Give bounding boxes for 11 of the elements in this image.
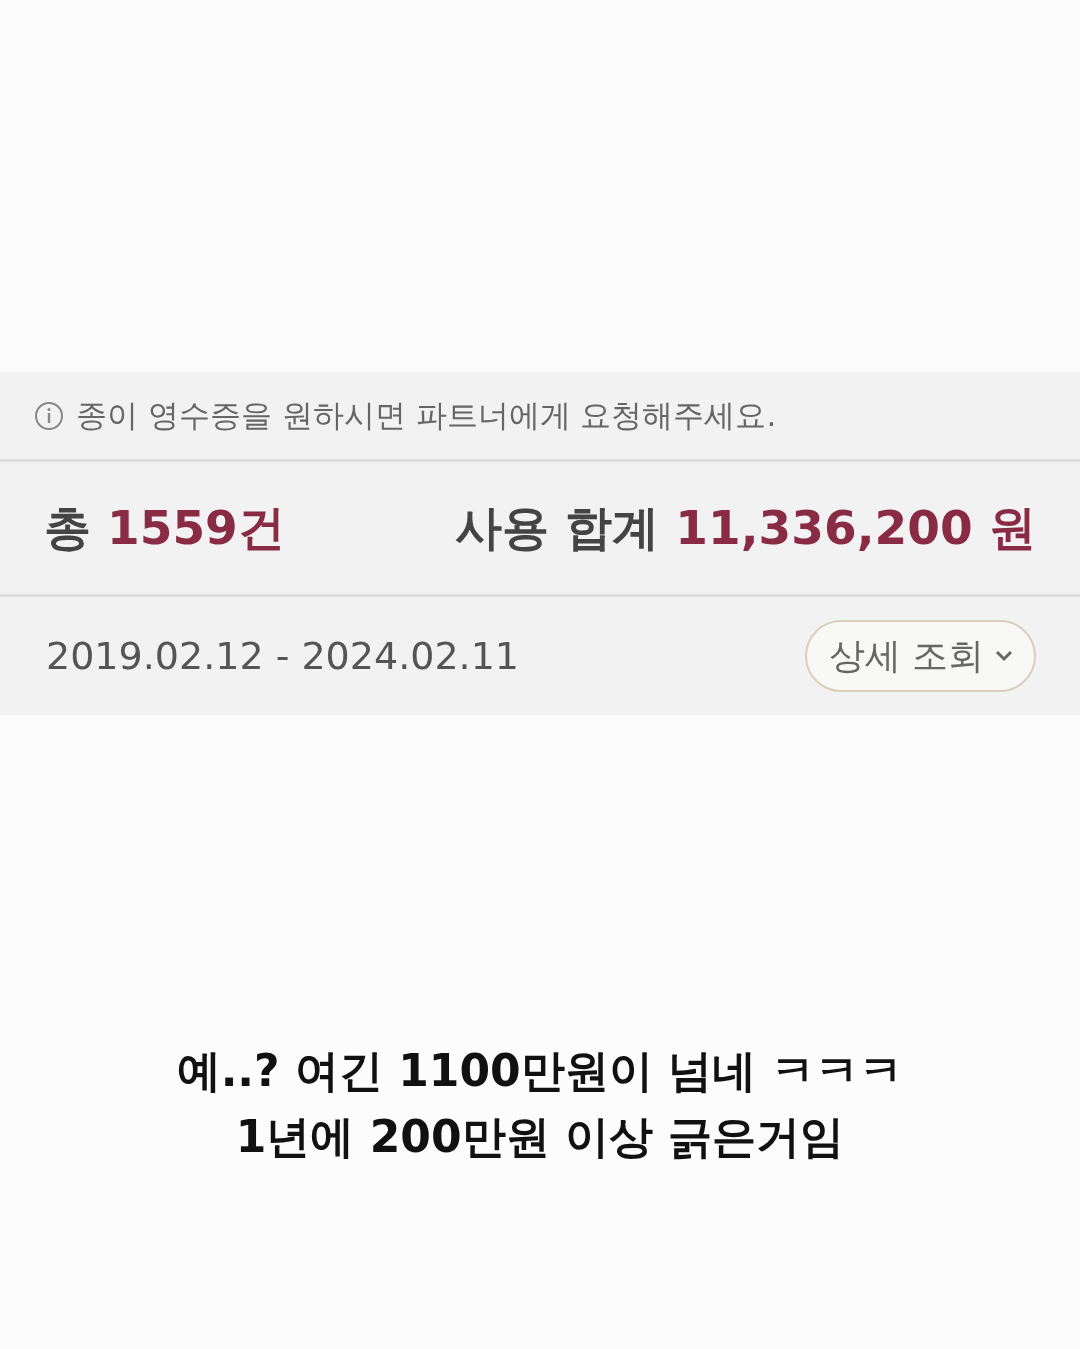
detail-button[interactable]: 상세 조회	[804, 620, 1036, 692]
caption-line: 예..? 여긴 1100만원이 넘네 ㅋㅋㅋ	[176, 1044, 904, 1098]
caption-line: 1년에 200만원 이상 긁은거임	[235, 1110, 845, 1164]
notice-text: 종이 영수증을 원하시면 파트너에게 요청해주세요.	[76, 395, 777, 435]
date-range: 2019.02.12 - 2024.02.11	[46, 634, 519, 678]
count-label: 총	[44, 498, 91, 557]
info-icon	[34, 400, 64, 431]
total-amount: 11,336,200 원	[675, 498, 1036, 557]
chevron-icon	[994, 649, 1014, 663]
total-label: 사용 합계	[454, 498, 660, 557]
count-value: 1559건	[107, 498, 285, 557]
